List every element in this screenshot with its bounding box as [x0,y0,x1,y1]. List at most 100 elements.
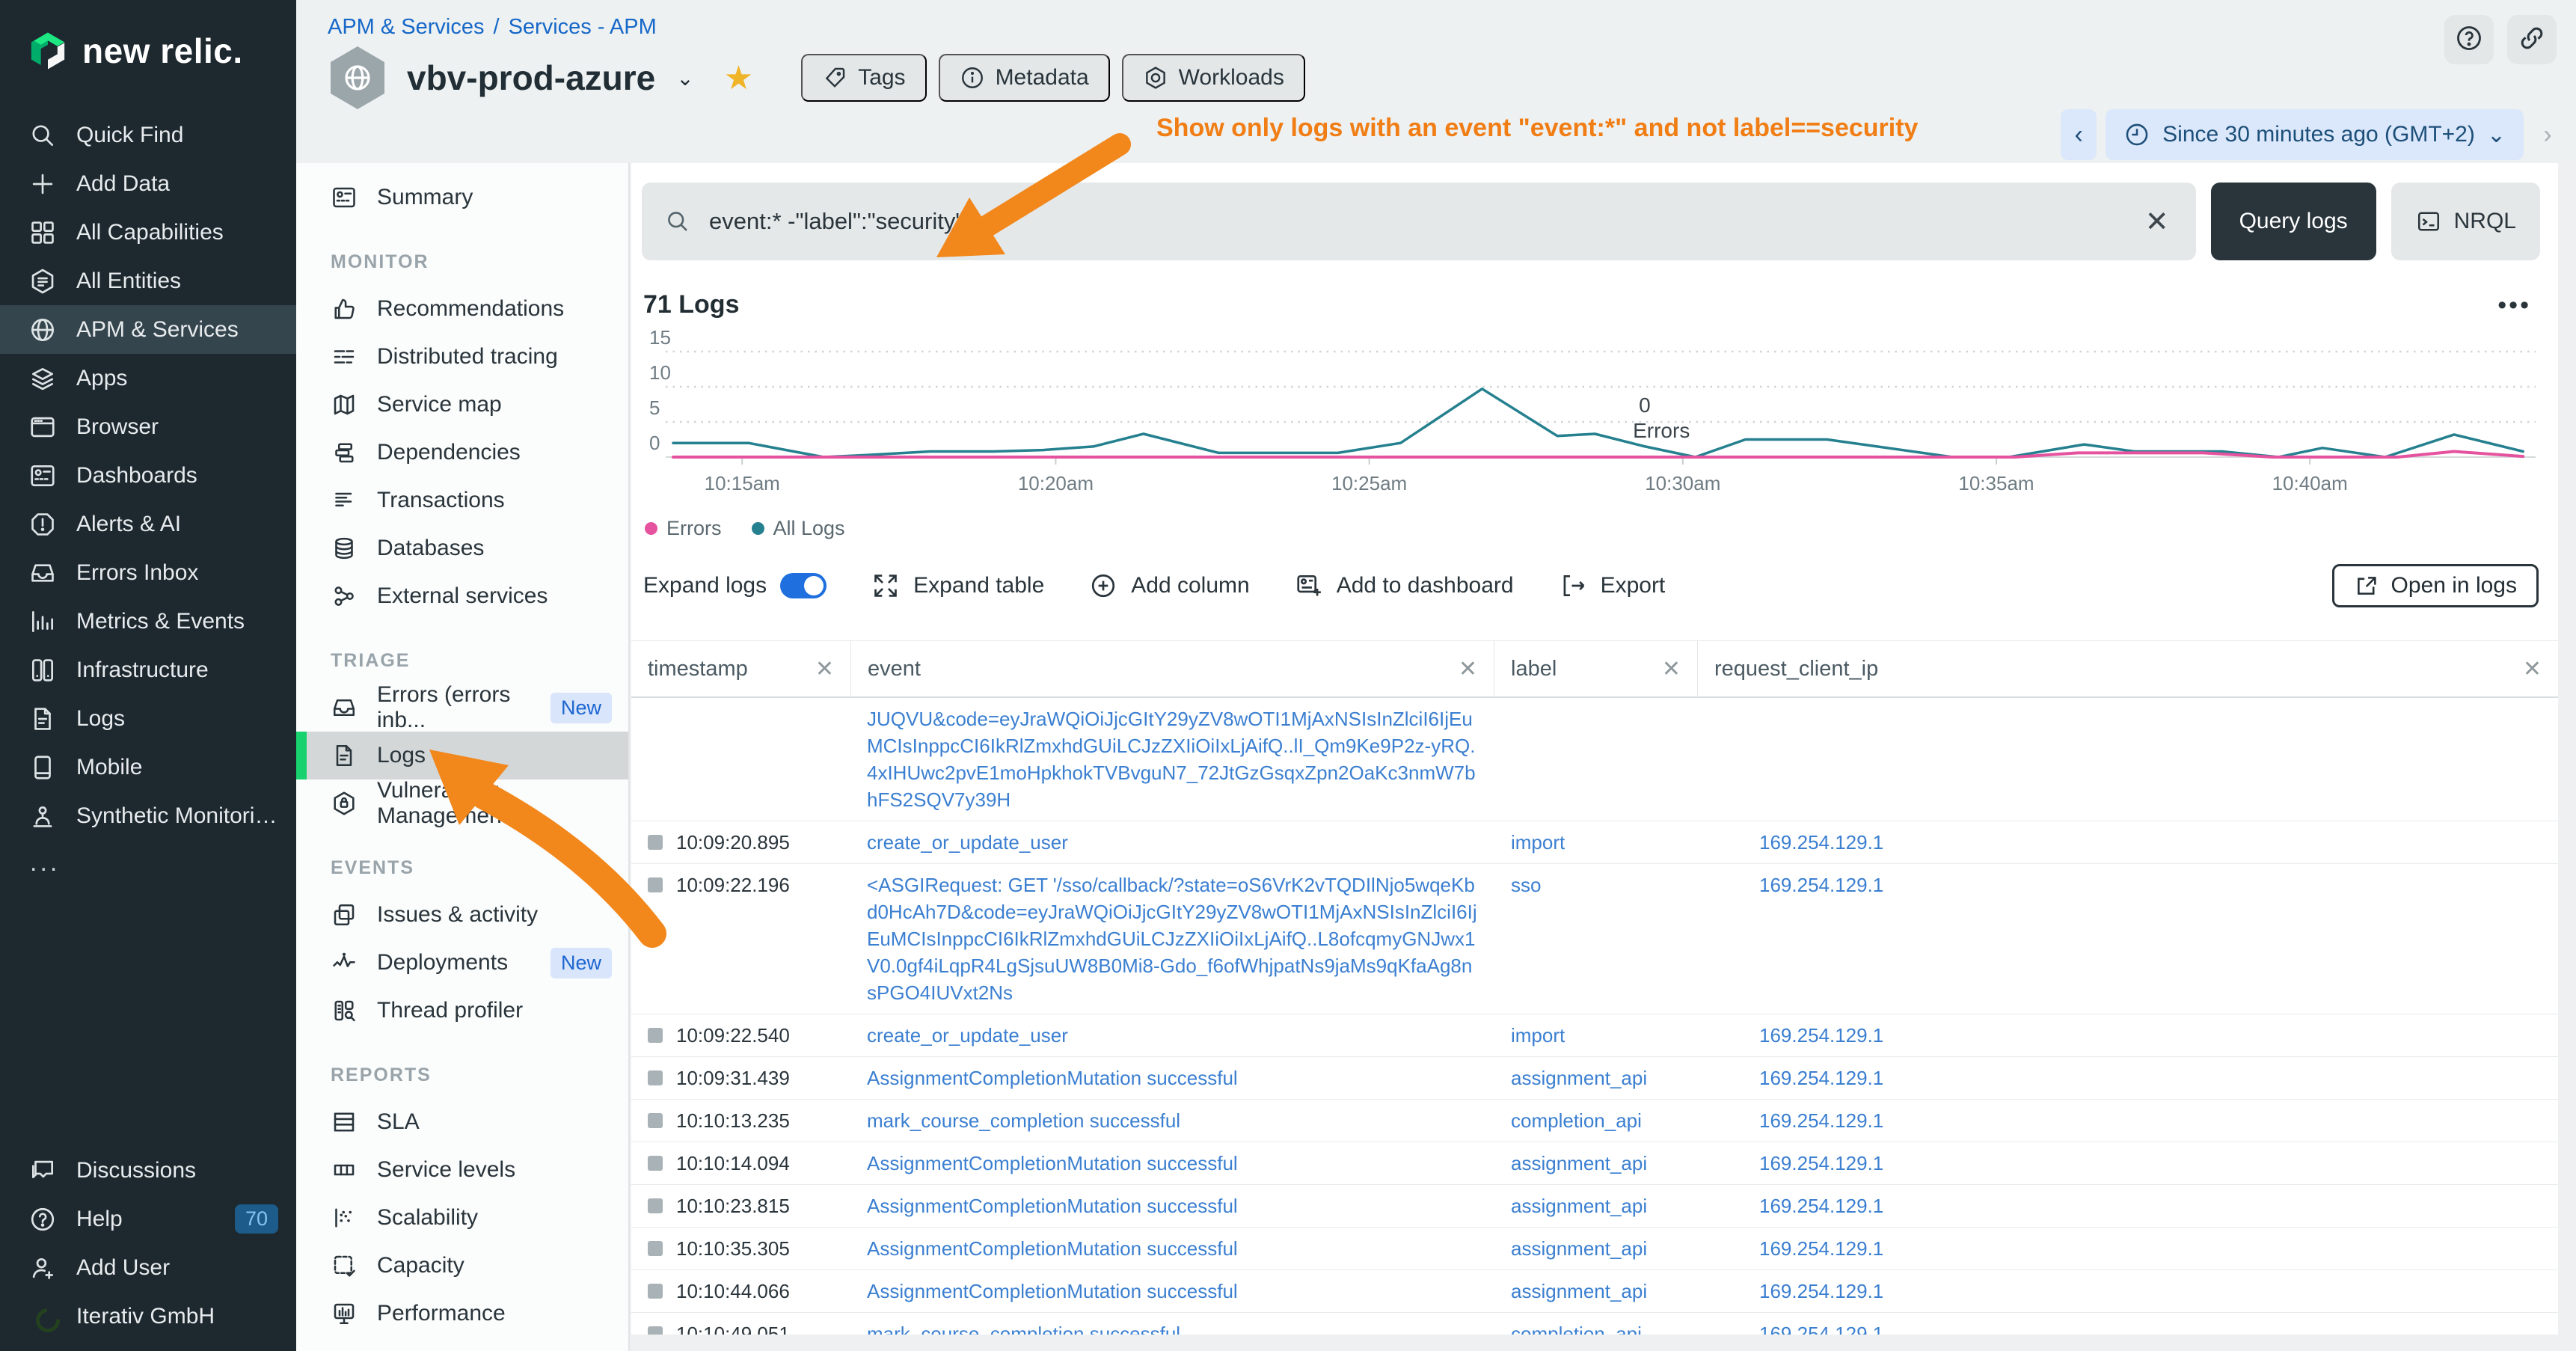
cell-event-link[interactable]: create_or_update_user [867,831,1068,854]
sidebar-item-logs[interactable]: Logs [296,732,628,779]
row-select-icon[interactable] [648,835,663,850]
sidebar-item-errors-inbox[interactable]: Errors Inbox [0,548,296,597]
cell-label-link[interactable]: sso [1511,874,1541,896]
cell-label-link[interactable]: import [1511,831,1565,854]
row-select-icon[interactable] [648,1241,663,1256]
cell-event-link[interactable]: AssignmentCompletionMutation successful [867,1152,1238,1174]
breadcrumb-apm-services[interactable]: APM & Services [328,15,485,40]
cell-event-link[interactable]: JUQVU&code=eyJraWQiOiJjcGItY29yZV8wOTI1M… [867,708,1476,811]
sidebar-item-quick-find[interactable]: Quick Find [0,111,296,159]
sidebar-overflow-button[interactable]: ... [0,840,296,885]
panel-menu-ellipsis-icon[interactable]: ••• [2497,301,2531,309]
sidebar-item-apm-services[interactable]: APM & Services [0,305,296,354]
sidebar-item-performance[interactable]: Performance [296,1290,628,1338]
log-table-row[interactable]: 10:09:31.439AssignmentCompletionMutation… [631,1057,2558,1100]
sidebar-item-service-levels[interactable]: Service levels [296,1146,628,1194]
sidebar-item-metrics-events[interactable]: Metrics & Events [0,597,296,646]
log-search-bar[interactable]: ✕ [642,183,2196,260]
clear-query-icon[interactable]: ✕ [2141,205,2174,239]
chart-canvas[interactable]: 15105010:15am10:20am10:25am10:30am10:35a… [643,321,2540,509]
sidebar-item-deployments[interactable]: DeploymentsNew [296,939,628,987]
breadcrumb-services-apm[interactable]: Services - APM [509,15,657,40]
sidebar-item-add-user[interactable]: Add User [0,1243,296,1292]
sidebar-item-thread-profiler[interactable]: Thread profiler [296,987,628,1035]
cell-request-client-ip-link[interactable]: 169.254.129.1 [1759,874,1883,896]
cell-label-link[interactable]: assignment_api [1511,1280,1647,1302]
sidebar-item-iterativ-gmbh[interactable]: Iterativ GmbH [0,1292,296,1341]
sidebar-item-all-entities[interactable]: All Entities [0,257,296,305]
cell-event-link[interactable]: AssignmentCompletionMutation successful [867,1237,1238,1260]
row-select-icon[interactable] [648,1156,663,1171]
cell-label-link[interactable]: import [1511,1024,1565,1047]
metadata-button[interactable]: Metadata [939,54,1110,102]
time-range-next-button[interactable]: › [2533,109,2563,160]
open-in-logs-button[interactable]: Open in logs [2332,564,2539,607]
sidebar-item-infrastructure[interactable]: Infrastructure [0,646,296,694]
cell-label-link[interactable]: assignment_api [1511,1237,1647,1260]
column-header-label[interactable]: label✕ [1494,641,1698,696]
sidebar-item-summary[interactable]: Summary [296,174,628,221]
new-relic-logo[interactable]: new relic. [0,0,296,111]
cell-label-link[interactable]: assignment_api [1511,1067,1647,1089]
sidebar-item-transactions[interactable]: Transactions [296,477,628,524]
row-select-icon[interactable] [648,1198,663,1213]
expand-logs-toggle[interactable]: Expand logs [643,573,827,598]
expand-table-button[interactable]: Expand table [871,572,1044,600]
add-column-button[interactable]: Add column [1089,572,1249,600]
workloads-button[interactable]: Workloads [1122,54,1305,102]
row-select-icon[interactable] [648,1284,663,1299]
log-table-row[interactable]: 10:10:44.066AssignmentCompletionMutation… [631,1270,2558,1313]
cell-event-link[interactable]: mark_course_completion successful [867,1323,1180,1335]
cell-request-client-ip-link[interactable]: 169.254.129.1 [1759,1280,1883,1302]
sidebar-item-external-services[interactable]: External services [296,572,628,620]
cell-label-link[interactable]: assignment_api [1511,1152,1647,1174]
sidebar-item-databases[interactable]: Databases [296,524,628,572]
log-table-row[interactable]: JUQVU&code=eyJraWQiOiJjcGItY29yZV8wOTI1M… [631,698,2558,821]
cell-event-link[interactable]: mark_course_completion successful [867,1109,1180,1132]
sidebar-item-add-data[interactable]: Add Data [0,159,296,208]
entity-chevron-down-icon[interactable]: ⌄ [676,66,693,91]
cell-request-client-ip-link[interactable]: 169.254.129.1 [1759,1323,1883,1335]
log-table-row[interactable]: 10:10:23.815AssignmentCompletionMutation… [631,1185,2558,1228]
sidebar-item-issues-activity[interactable]: Issues & activity [296,891,628,939]
sidebar-item-apps[interactable]: Apps [0,354,296,402]
cell-event-link[interactable]: AssignmentCompletionMutation successful [867,1067,1238,1089]
sidebar-item-synthetic-monitoring[interactable]: Synthetic Monitoring [0,791,296,840]
cell-request-client-ip-link[interactable]: 169.254.129.1 [1759,1237,1883,1260]
cell-event-link[interactable]: AssignmentCompletionMutation successful [867,1280,1238,1302]
cell-request-client-ip-link[interactable]: 169.254.129.1 [1759,1067,1883,1089]
column-header-request-client-ip[interactable]: request_client_ip✕ [1698,641,2558,696]
column-header-timestamp[interactable]: timestamp✕ [631,641,850,696]
sidebar-item-browser[interactable]: Browser [0,402,296,451]
sidebar-item-capacity[interactable]: Capacity [296,1242,628,1290]
sidebar-item-recommendations[interactable]: Recommendations [296,285,628,333]
entity-title[interactable]: vbv-prod-azure [407,58,655,98]
log-query-input[interactable] [708,207,2124,236]
log-table-row[interactable]: 10:09:22.196<ASGIRequest: GET '/sso/call… [631,864,2558,1014]
help-circle-button[interactable] [2444,15,2494,64]
cell-event-link[interactable]: AssignmentCompletionMutation successful [867,1195,1238,1217]
time-range-previous-button[interactable]: ‹ [2061,109,2097,160]
log-table-row[interactable]: 10:09:22.540create_or_update_userimport1… [631,1014,2558,1057]
sidebar-item-sla[interactable]: SLA [296,1098,628,1146]
row-select-icon[interactable] [648,1326,663,1335]
cell-request-client-ip-link[interactable]: 169.254.129.1 [1759,1152,1883,1174]
cell-request-client-ip-link[interactable]: 169.254.129.1 [1759,1195,1883,1217]
cell-event-link[interactable]: <ASGIRequest: GET '/sso/callback/?state=… [867,874,1477,1004]
row-select-icon[interactable] [648,1028,663,1043]
sidebar-item-all-capabilities[interactable]: All Capabilities [0,208,296,257]
row-select-icon[interactable] [648,877,663,892]
legend-item-all-logs[interactable]: All Logs [752,517,845,540]
export-button[interactable]: Export [1559,572,1666,600]
log-table-row[interactable]: 10:09:20.895create_or_update_userimport1… [631,821,2558,864]
nrql-button[interactable]: NRQL [2391,183,2540,260]
add-to-dashboard-button[interactable]: Add to dashboard [1295,572,1514,600]
cell-label-link[interactable]: assignment_api [1511,1195,1647,1217]
sidebar-item-discussions[interactable]: Discussions [0,1146,296,1195]
sidebar-item-dependencies[interactable]: Dependencies [296,429,628,477]
log-table-row[interactable]: 10:10:35.305AssignmentCompletionMutation… [631,1228,2558,1270]
sidebar-item-logs[interactable]: Logs [0,694,296,743]
sidebar-item-alerts-ai[interactable]: Alerts & AI [0,500,296,548]
cell-request-client-ip-link[interactable]: 169.254.129.1 [1759,831,1883,854]
row-select-icon[interactable] [648,1070,663,1085]
